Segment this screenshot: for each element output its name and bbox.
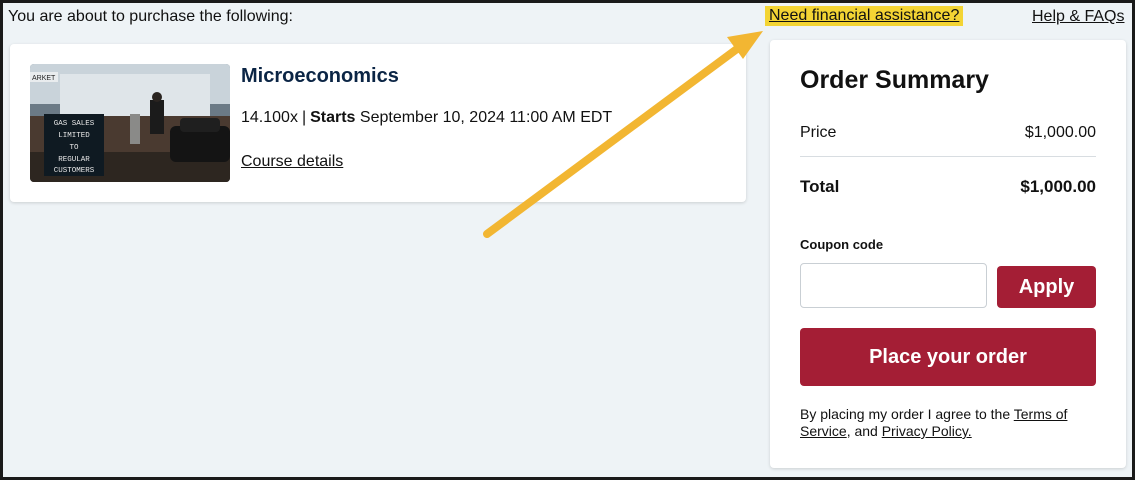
- course-title: Microeconomics: [241, 65, 399, 87]
- terms-notice: By placing my order I agree to the Terms…: [800, 406, 1100, 440]
- thumb-sign-line-5: CUSTOMERS: [54, 167, 95, 175]
- privacy-policy-link[interactable]: Privacy Policy.: [882, 423, 972, 439]
- apply-coupon-button[interactable]: Apply: [997, 266, 1096, 308]
- total-value: $1,000.00: [1020, 177, 1096, 196]
- terms-prefix: By placing my order I agree to the: [800, 406, 1014, 422]
- thumb-sign-line-2: LIMITED: [58, 132, 90, 140]
- course-code: 14.100x: [241, 109, 298, 126]
- order-summary-panel: Order Summary Price $1,000.00 Total $1,0…: [770, 40, 1126, 468]
- place-order-button[interactable]: Place your order: [800, 328, 1096, 386]
- price-label: Price: [800, 124, 837, 141]
- meta-separator: |: [301, 109, 307, 126]
- order-summary-title: Order Summary: [800, 66, 989, 94]
- course-card: ARKET GAS SALES LIMITED TO REGULAR CUSTO…: [10, 44, 746, 202]
- course-thumbnail: ARKET GAS SALES LIMITED TO REGULAR CUSTO…: [30, 64, 230, 182]
- help-faqs-link[interactable]: Help & FAQs: [1032, 8, 1124, 26]
- purchase-intro-text: You are about to purchase the following:: [8, 8, 293, 25]
- price-value: $1,000.00: [1024, 124, 1096, 141]
- financial-assistance-link[interactable]: Need financial assistance?: [765, 6, 964, 26]
- coupon-code-label: Coupon code: [800, 237, 884, 252]
- checkout-page: You are about to purchase the following:…: [0, 0, 1135, 480]
- coupon-code-input[interactable]: [800, 263, 987, 308]
- thumb-sign-line-1: GAS SALES: [54, 120, 95, 128]
- store-sign-text: ARKET: [32, 75, 56, 82]
- thumb-sign-line-3: TO: [69, 144, 79, 152]
- starts-label: Starts: [310, 109, 356, 126]
- course-details-link[interactable]: Course details: [241, 153, 343, 171]
- terms-mid: , and: [846, 423, 882, 439]
- summary-divider: [800, 156, 1096, 157]
- total-label: Total: [800, 177, 840, 196]
- thumb-sign-line-4: REGULAR: [58, 156, 90, 164]
- course-start-date: September 10, 2024 11:00 AM EDT: [359, 109, 613, 126]
- course-meta: 14.100x | Starts September 10, 2024 11:00 …: [241, 109, 612, 127]
